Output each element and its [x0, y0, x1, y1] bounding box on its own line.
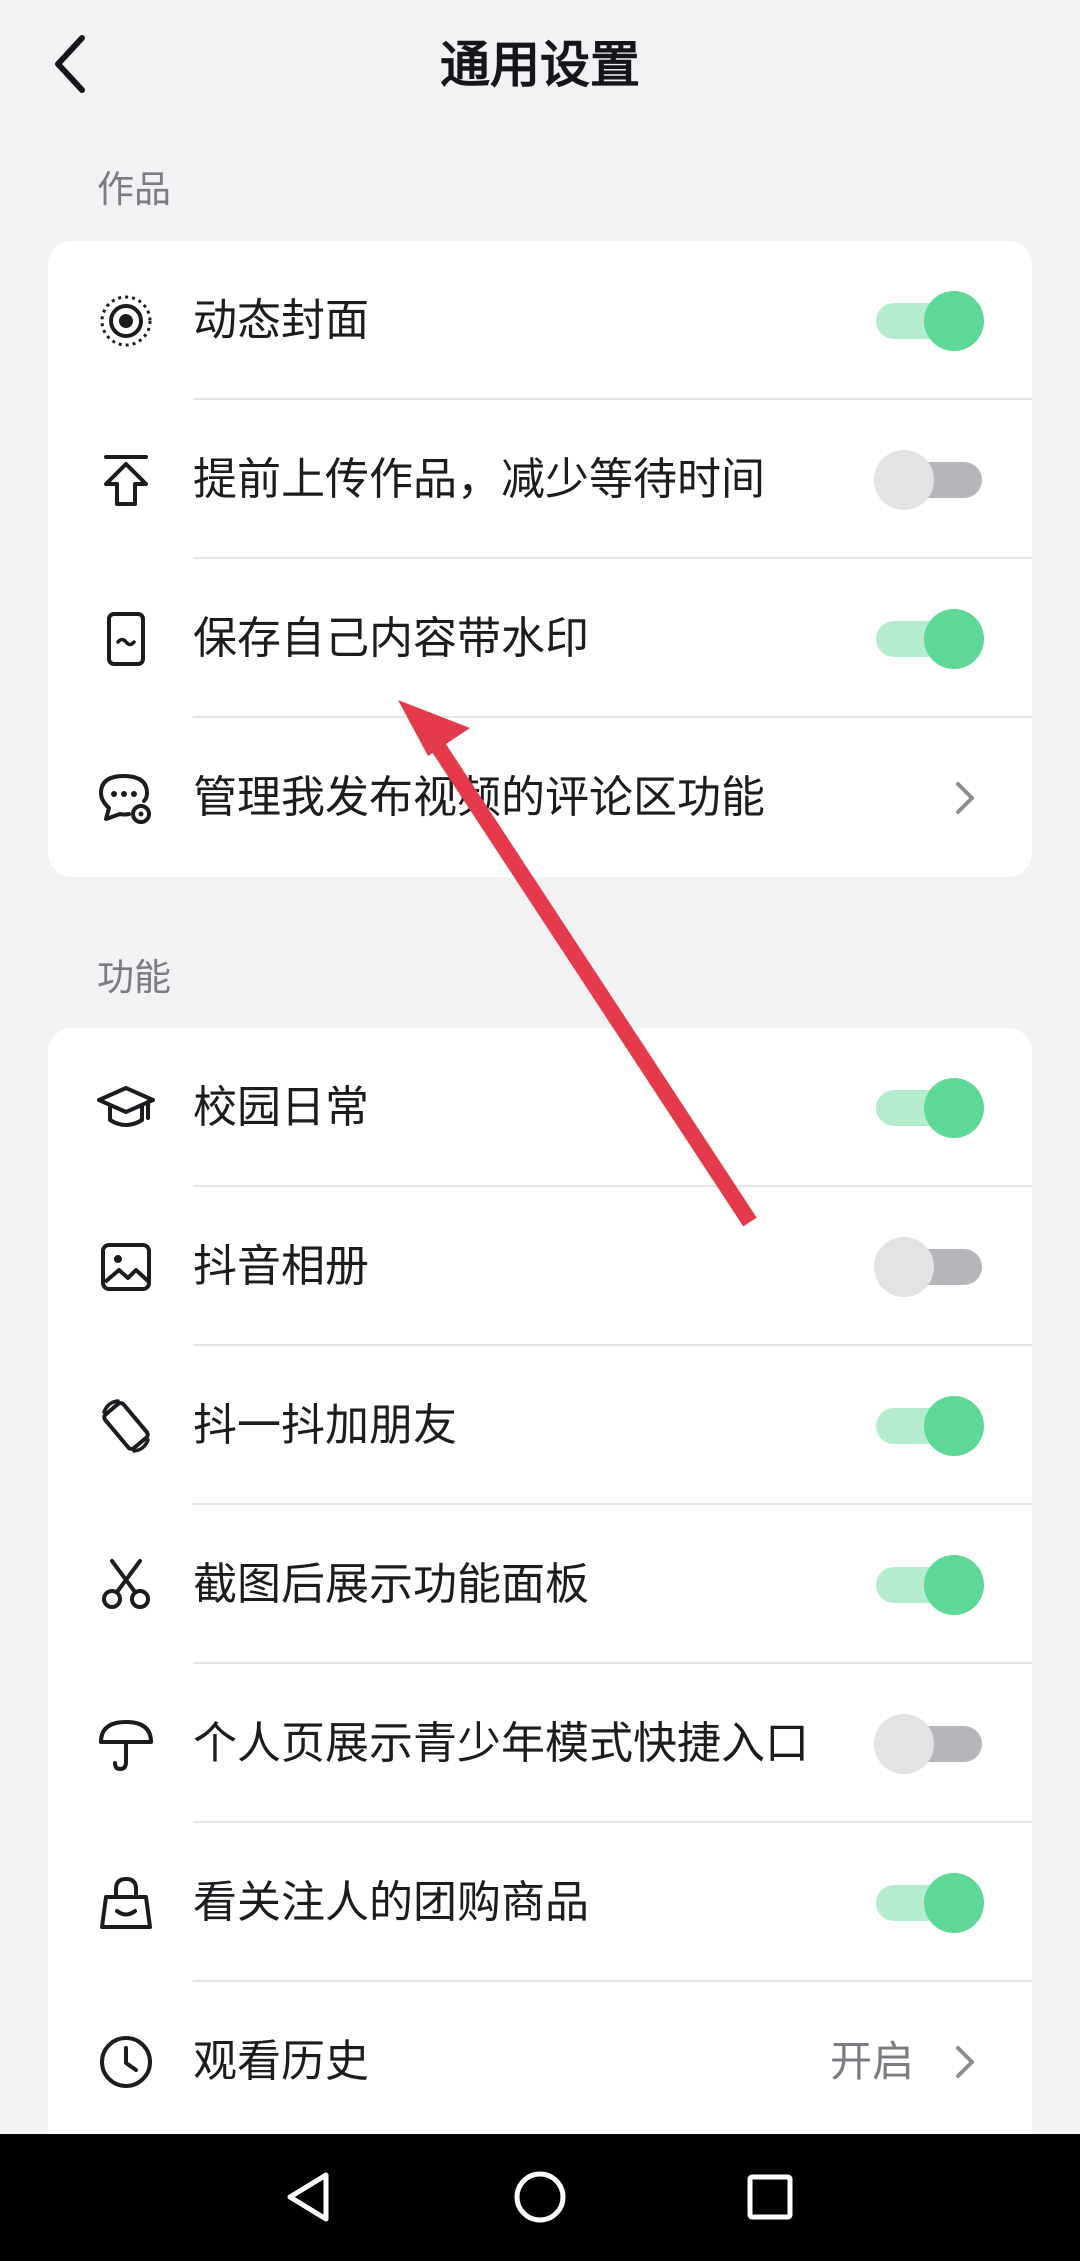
dynamic-cover-toggle[interactable] [874, 290, 984, 351]
toggle-knob [924, 1077, 984, 1138]
comment-settings-icon [96, 768, 156, 828]
toggle-knob [924, 608, 984, 669]
home-circle-icon[interactable] [510, 2167, 570, 2227]
shake-add-friend-toggle[interactable] [874, 1395, 984, 1456]
early-upload-toggle[interactable] [874, 449, 984, 510]
setting-label: 截图后展示功能面板 [193, 1558, 589, 1610]
setting-row-screenshot-panel[interactable]: 截图后展示功能面板 [48, 1505, 1032, 1664]
campus-daily-toggle[interactable] [874, 1077, 984, 1138]
watermark-toggle[interactable] [874, 608, 984, 669]
setting-row-douyin-album[interactable]: 抖音相册 [48, 1187, 1032, 1346]
setting-row-dynamic-cover[interactable]: 动态封面 [48, 241, 1032, 400]
setting-row-early-upload[interactable]: 提前上传作品，减少等待时间 [48, 400, 1032, 559]
toggle-knob [924, 290, 984, 351]
setting-row-shake-add-friend[interactable]: 抖一抖加朋友 [48, 1346, 1032, 1505]
dynamic-cover-icon [96, 291, 156, 351]
toggle-knob [924, 1872, 984, 1933]
setting-row-group-buy[interactable]: 看关注人的团购商品 [48, 1823, 1032, 1982]
toggle-knob [924, 1554, 984, 1615]
toggle-knob [874, 449, 934, 510]
section-title-works: 作品 [97, 168, 171, 211]
page-title: 通用设置 [440, 36, 640, 94]
system-navigation-bar [0, 2134, 1080, 2261]
setting-row-teen-mode-shortcut[interactable]: 个人页展示青少年模式快捷入口 [48, 1664, 1032, 1823]
works-settings-card: 动态封面 提前上传作品，减少等待时间 保存自己内容带水印 管理我发布视频的评论区… [48, 241, 1032, 877]
watch-history-value: 开启 [829, 2036, 914, 2086]
upload-icon [96, 450, 156, 510]
image-icon [96, 1237, 156, 1297]
features-settings-card: 校园日常 抖音相册 抖一抖加朋友 截图后展示功能面板 个人页展示青少年模式快捷入… [48, 1028, 1032, 2168]
setting-row-campus-daily[interactable]: 校园日常 [48, 1028, 1032, 1187]
chevron-right-icon [956, 781, 974, 814]
rotate-phone-icon [96, 1396, 156, 1456]
toggle-knob [874, 1236, 934, 1297]
group-buy-toggle[interactable] [874, 1872, 984, 1933]
setting-label: 观看历史 [193, 2035, 369, 2087]
recents-square-icon[interactable] [740, 2167, 800, 2227]
chevron-right-icon [956, 2045, 974, 2078]
setting-label: 提前上传作品，减少等待时间 [193, 453, 765, 505]
setting-row-watermark[interactable]: 保存自己内容带水印 [48, 559, 1032, 718]
setting-label: 校园日常 [193, 1081, 369, 1133]
umbrella-icon [96, 1714, 156, 1774]
teen-mode-shortcut-toggle[interactable] [874, 1713, 984, 1774]
toggle-knob [874, 1713, 934, 1774]
graduation-cap-icon [96, 1078, 156, 1138]
setting-label: 个人页展示青少年模式快捷入口 [193, 1717, 809, 1769]
setting-row-comment-management[interactable]: 管理我发布视频的评论区功能 [48, 718, 1032, 877]
setting-label: 抖一抖加朋友 [193, 1399, 457, 1451]
shopping-bag-icon [96, 1873, 156, 1933]
scissors-icon [96, 1555, 156, 1615]
clock-icon [96, 2032, 156, 2092]
setting-row-watch-history[interactable]: 观看历史 开启 [48, 1982, 1032, 2141]
setting-label: 抖音相册 [193, 1240, 369, 1292]
section-title-features: 功能 [97, 956, 171, 999]
setting-label: 动态封面 [193, 294, 369, 346]
douyin-album-toggle[interactable] [874, 1236, 984, 1297]
back-triangle-icon[interactable] [280, 2167, 340, 2227]
screenshot-panel-toggle[interactable] [874, 1554, 984, 1615]
setting-label: 管理我发布视频的评论区功能 [193, 771, 765, 823]
setting-label: 看关注人的团购商品 [193, 1876, 589, 1928]
phone-watermark-icon [96, 609, 156, 669]
setting-label: 保存自己内容带水印 [193, 612, 589, 664]
header: 通用设置 [0, 0, 1080, 130]
toggle-knob [924, 1395, 984, 1456]
